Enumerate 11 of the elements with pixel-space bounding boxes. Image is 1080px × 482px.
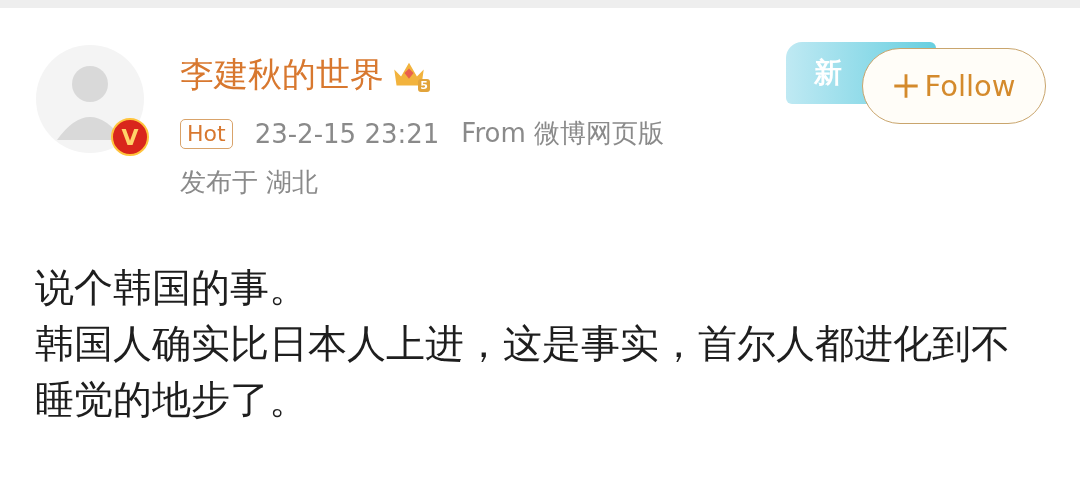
post-source: From 微博网页版 — [461, 117, 664, 150]
hot-tag: Hot — [180, 118, 233, 149]
post-location: 发布于 湖北 — [180, 166, 320, 199]
avatar[interactable] — [35, 44, 145, 154]
post-text: 韩国人确实比日本人上进，这是事实，首尔人都进化到不睡觉的地步了。 — [35, 320, 1011, 424]
post-time: 23-2-15 23:21 — [254, 118, 440, 149]
plus-icon — [892, 73, 919, 99]
author-name[interactable]: 李建秋的世界 — [180, 52, 384, 98]
post-text: 说个韩国的事。 — [35, 264, 309, 312]
follow-button[interactable]: Follow — [862, 48, 1046, 124]
verified-badge: V — [111, 118, 149, 156]
